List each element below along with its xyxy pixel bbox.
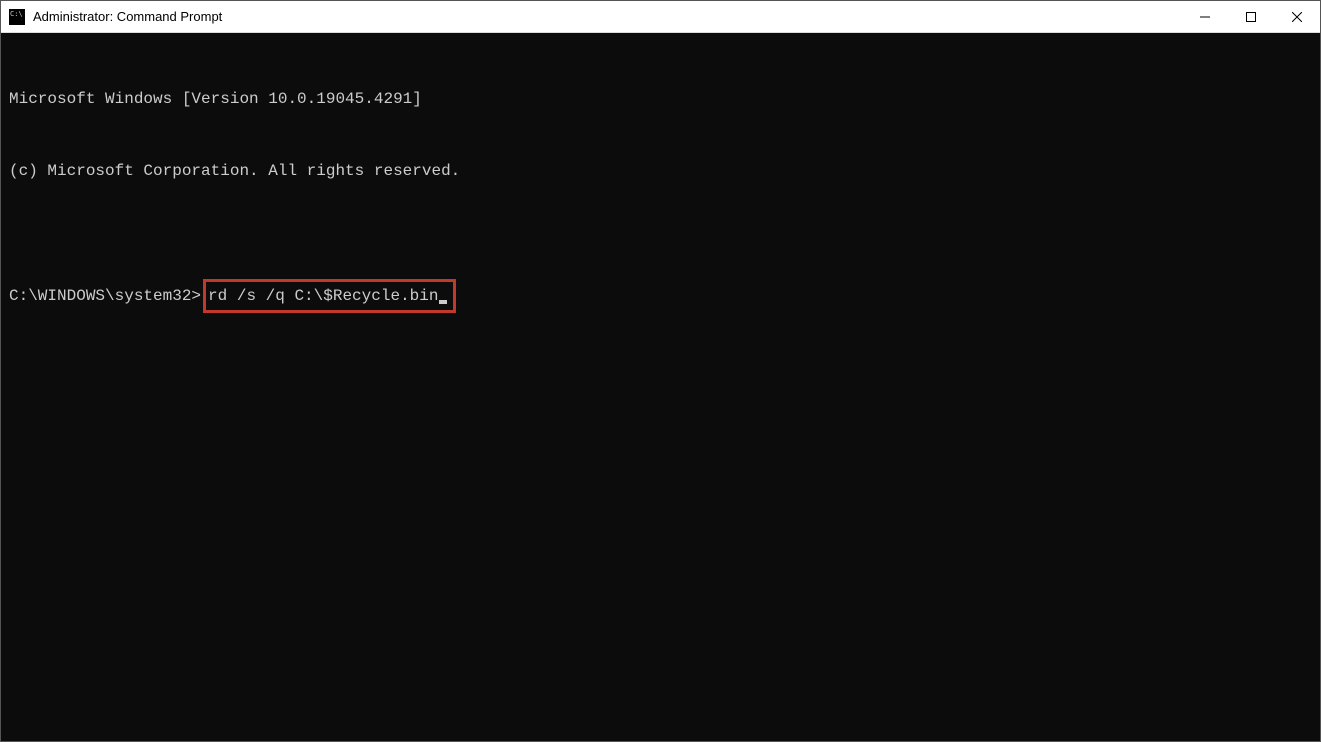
cmd-icon <box>9 9 25 25</box>
titlebar[interactable]: Administrator: Command Prompt <box>1 1 1320 33</box>
maximize-icon <box>1246 12 1256 22</box>
terminal-cursor <box>439 300 447 304</box>
minimize-icon <box>1200 12 1210 22</box>
maximize-button[interactable] <box>1228 1 1274 32</box>
minimize-button[interactable] <box>1182 1 1228 32</box>
highlighted-command: rd /s /q C:\$Recycle.bin <box>203 279 456 313</box>
window-controls <box>1182 1 1320 32</box>
command-prompt-window: Administrator: Command Prompt Microsoft … <box>0 0 1321 742</box>
terminal-prompt-line: C:\WINDOWS\system32> rd /s /q C:\$Recycl… <box>9 279 1312 313</box>
close-button[interactable] <box>1274 1 1320 32</box>
terminal-output-version: Microsoft Windows [Version 10.0.19045.42… <box>9 87 1312 111</box>
terminal-prompt: C:\WINDOWS\system32> <box>9 284 201 308</box>
window-title: Administrator: Command Prompt <box>33 9 1182 24</box>
terminal-output-copyright: (c) Microsoft Corporation. All rights re… <box>9 159 1312 183</box>
close-icon <box>1292 12 1302 22</box>
terminal-command-text: rd /s /q C:\$Recycle.bin <box>208 284 438 308</box>
terminal-area[interactable]: Microsoft Windows [Version 10.0.19045.42… <box>1 33 1320 741</box>
